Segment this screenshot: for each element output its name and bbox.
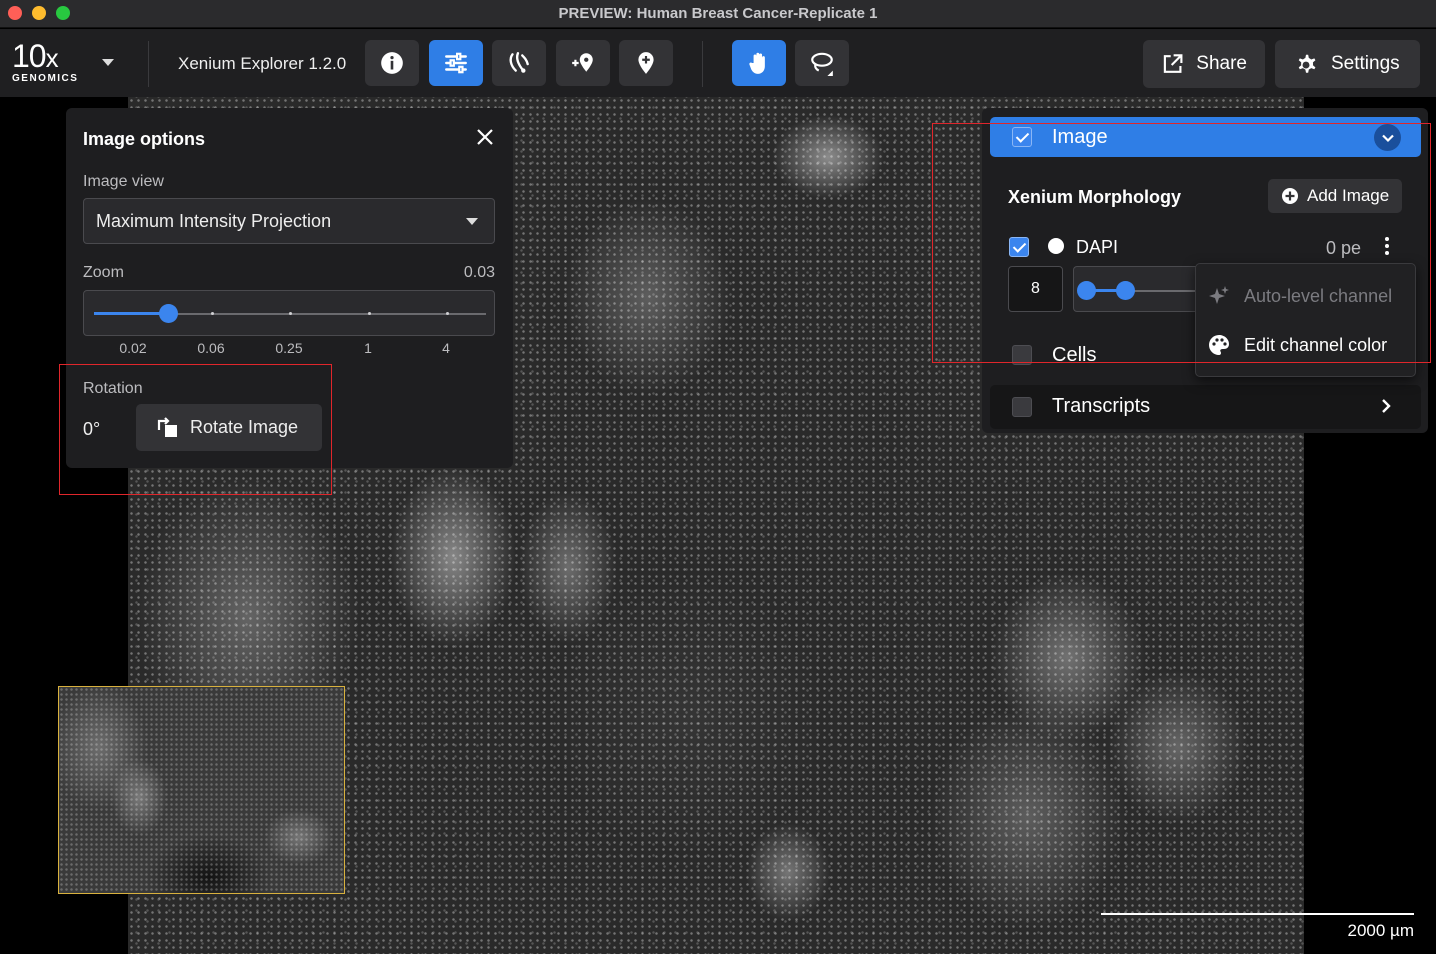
zoom-tick: [368, 312, 371, 315]
chevron-down-icon[interactable]: [102, 59, 114, 66]
image-view-value: Maximum Intensity Projection: [96, 211, 332, 231]
window-title: PREVIEW: Human Breast Cancer-Replicate 1: [558, 5, 878, 22]
rotation-highlight-box: [59, 364, 332, 495]
share-icon: [1163, 54, 1183, 73]
cell-lineage-button[interactable]: [492, 40, 546, 86]
toolbar-divider: [702, 41, 703, 87]
zoom-slider-thumb[interactable]: [159, 304, 179, 323]
zoom-slider[interactable]: [83, 290, 495, 336]
transcripts-layer-label: Transcripts: [1052, 395, 1151, 417]
settings-label: Settings: [1331, 53, 1400, 74]
share-label: Share: [1196, 53, 1247, 74]
location-pin-icon: [638, 52, 654, 74]
zoom-tick: [211, 312, 214, 315]
info-icon: [381, 52, 403, 74]
logo-main-text: 10: [12, 38, 47, 74]
sliders-icon: [445, 52, 467, 74]
gear-icon: [1298, 54, 1316, 73]
zoom-tick-label: 0.02: [119, 340, 147, 356]
lasso-icon: [811, 52, 833, 76]
lasso-tool-button[interactable]: [795, 40, 849, 86]
10x-genomics-logo[interactable]: 10x GENOMICS: [12, 39, 82, 87]
zoom-value: 0.03: [463, 264, 495, 281]
zoom-tick: [289, 312, 292, 315]
cell-lineage-icon: [509, 52, 529, 73]
chevron-down-icon: [466, 218, 478, 225]
zoom-tick-label: 0.06: [197, 340, 225, 356]
zoom-label: Zoom: [83, 264, 124, 281]
layers-highlight-box: [932, 123, 1431, 363]
minimap[interactable]: [58, 686, 345, 894]
info-button[interactable]: [365, 40, 419, 86]
toolbar-divider: [148, 41, 149, 87]
share-button[interactable]: Share: [1143, 40, 1265, 88]
image-options-title: Image options: [83, 129, 206, 149]
location-pin-button[interactable]: [619, 40, 673, 86]
transcripts-layer-checkbox[interactable]: [1012, 397, 1032, 417]
app-name: Xenium Explorer 1.2.0: [178, 54, 347, 73]
scale-bar-label: 2000 µm: [1347, 921, 1415, 940]
logo-sub-text: GENOMICS: [12, 73, 79, 84]
image-view-label: Image view: [83, 173, 164, 190]
window-titlebar: PREVIEW: Human Breast Cancer-Replicate 1: [0, 0, 1436, 28]
scale-bar: [1101, 913, 1414, 915]
zoom-tick: [446, 312, 449, 315]
settings-button[interactable]: Settings: [1275, 40, 1420, 88]
logo-x-text: x: [45, 43, 59, 73]
add-location-button[interactable]: [556, 40, 610, 86]
zoom-tick-label: 4: [442, 340, 450, 356]
zoom-tick-label: 1: [364, 340, 372, 356]
pan-tool-button[interactable]: [732, 40, 786, 86]
image-options-button[interactable]: [429, 40, 483, 86]
main-toolbar: 10x GENOMICS Xenium Explorer 1.2.0 Share…: [0, 29, 1436, 97]
close-icon[interactable]: [474, 126, 496, 148]
transcripts-layer-row[interactable]: Transcripts: [990, 385, 1421, 429]
chevron-right-icon[interactable]: [1377, 397, 1395, 415]
add-location-icon: [572, 53, 593, 72]
zoom-tick-label: 0.25: [275, 340, 303, 356]
hand-pan-icon: [749, 52, 765, 74]
image-view-select[interactable]: Maximum Intensity Projection: [83, 198, 495, 244]
